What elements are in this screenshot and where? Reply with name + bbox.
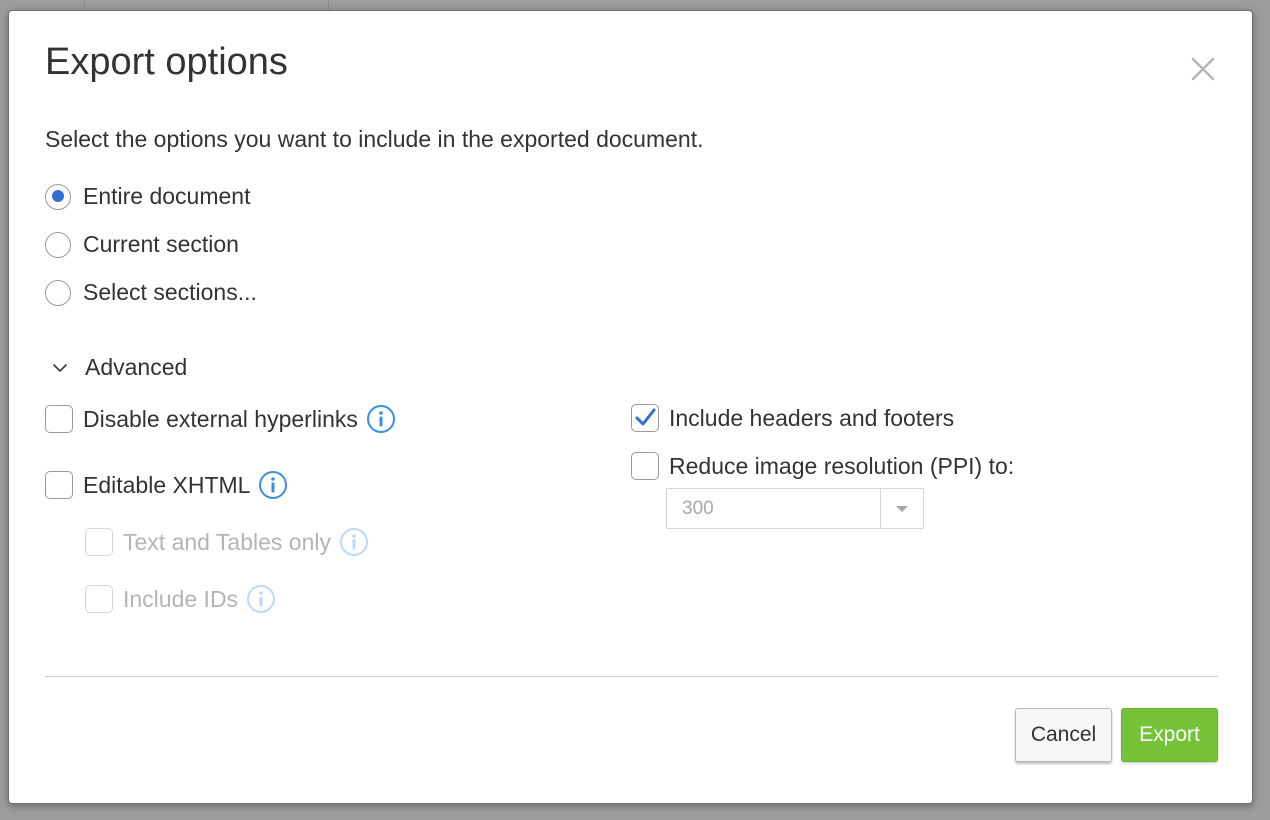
reduce-resolution-label: Reduce image resolution (PPI) to:	[669, 452, 1015, 479]
info-icon[interactable]	[366, 404, 396, 434]
text-tables-only-label: Text and Tables only	[123, 528, 331, 555]
radio-entire-document[interactable]: Entire document	[45, 183, 250, 210]
radio-button[interactable]	[45, 183, 71, 210]
text-tables-only-checkbox	[85, 528, 113, 556]
headers-footers-label: Include headers and footers	[669, 404, 955, 431]
radio-button[interactable]	[45, 279, 71, 306]
radio-select-sections[interactable]: Select sections...	[45, 279, 257, 306]
radio-label: Current section	[83, 231, 239, 257]
headers-footers-checkbox[interactable]	[631, 404, 659, 432]
export-button[interactable]: Export	[1121, 708, 1218, 762]
footer-divider	[45, 676, 1218, 677]
editable-xhtml-label: Editable XHTML	[83, 471, 251, 498]
background-divider	[328, 0, 329, 10]
radio-label: Entire document	[83, 183, 251, 209]
chevron-down-icon	[53, 363, 67, 372]
info-icon	[247, 585, 276, 613]
radio-label: Select sections...	[83, 279, 257, 305]
include-ids-label: Include IDs	[123, 585, 239, 612]
radio-current-section[interactable]: Current section	[45, 231, 239, 258]
disable-hyperlinks-checkbox[interactable]	[45, 405, 73, 433]
option-disable-hyperlinks: Disable external hyperlinks	[45, 404, 396, 434]
dialog-description: Select the options you want to include i…	[45, 126, 704, 152]
close-icon	[1191, 57, 1215, 81]
reduce-resolution-checkbox[interactable]	[631, 452, 659, 480]
disable-hyperlinks-label: Disable external hyperlinks	[83, 405, 358, 432]
option-editable-xhtml: Editable XHTML	[45, 470, 288, 500]
editable-xhtml-checkbox[interactable]	[45, 471, 73, 499]
dialog-title: Export options	[45, 41, 288, 83]
include-ids-checkbox	[85, 585, 113, 613]
advanced-toggle[interactable]: Advanced	[51, 354, 187, 381]
option-text-tables-only: Text and Tables only	[85, 527, 369, 557]
advanced-label: Advanced	[85, 354, 188, 380]
export-options-dialog: Export options Select the options you wa…	[8, 10, 1253, 804]
radio-button[interactable]	[45, 231, 71, 258]
ppi-select-arrow	[880, 489, 923, 528]
option-include-ids: Include IDs	[85, 584, 276, 614]
cancel-button[interactable]: Cancel	[1015, 708, 1112, 762]
background-divider	[84, 0, 85, 10]
close-button[interactable]	[1187, 53, 1219, 85]
option-headers-footers: Include headers and footers	[631, 404, 954, 432]
info-icon	[340, 528, 368, 556]
option-reduce-resolution: Reduce image resolution (PPI) to:	[631, 452, 1014, 480]
ppi-select-value: 300	[682, 497, 714, 519]
ppi-select: 300	[666, 488, 924, 529]
checkmark-icon	[635, 408, 656, 426]
caret-down-icon	[896, 505, 908, 512]
info-icon[interactable]	[258, 470, 288, 500]
